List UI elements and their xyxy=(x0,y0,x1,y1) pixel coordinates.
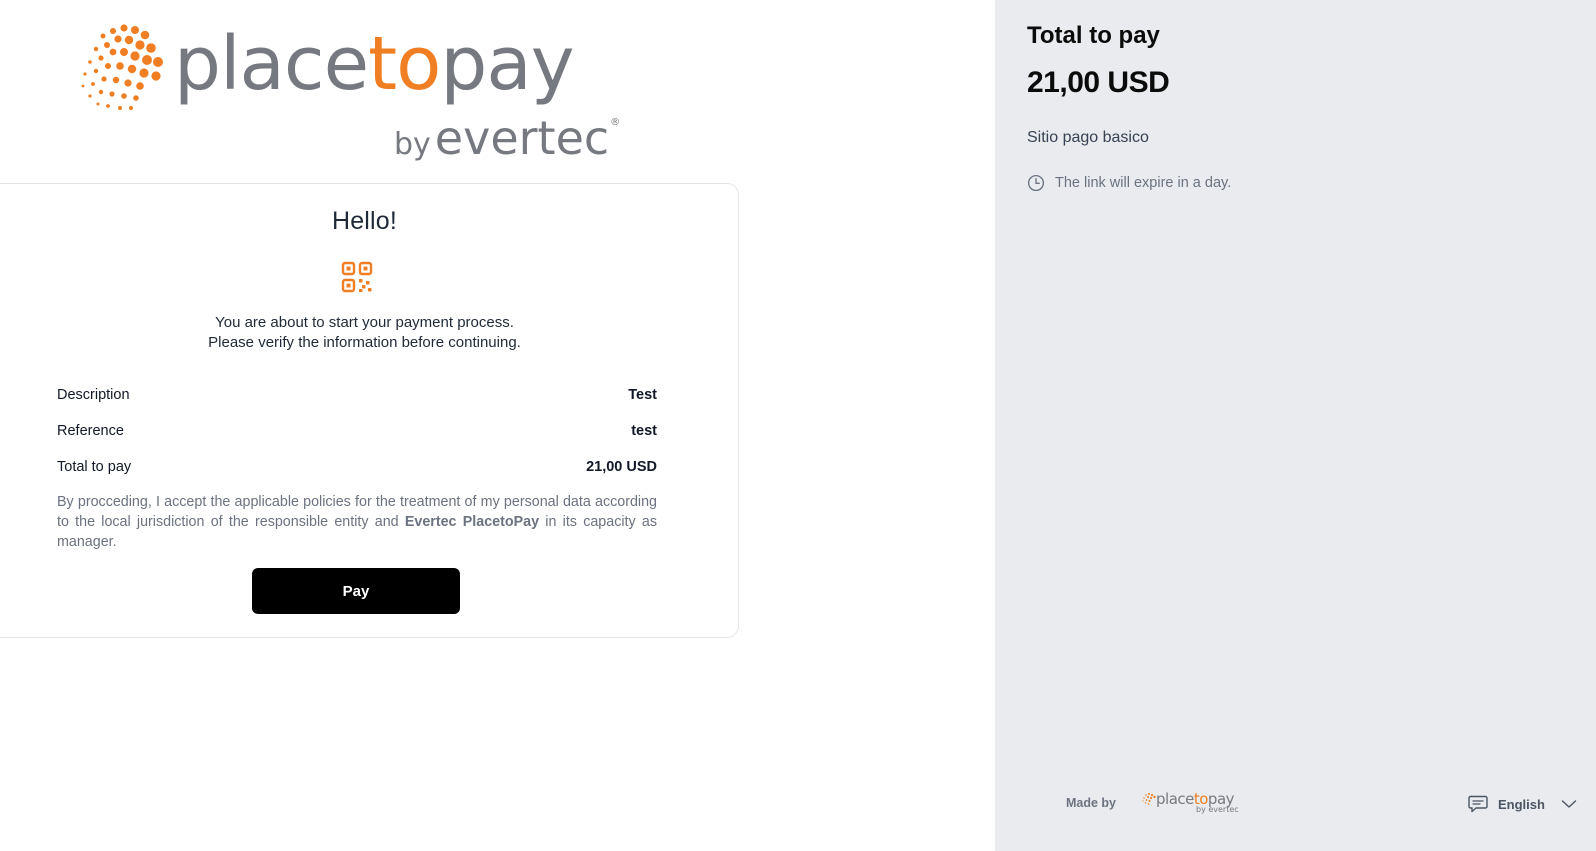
mini-logo-dots-icon xyxy=(1142,793,1156,805)
language-label: English xyxy=(1498,796,1545,812)
payment-card: Hello! You are about to start your payme… xyxy=(0,183,739,638)
row-label: Description xyxy=(57,387,130,403)
main-content: placetopay byevertec® Hello! You are abo… xyxy=(0,0,995,851)
greeting-title: Hello! xyxy=(331,207,398,235)
policy-text: By procceding, I accept the applicable p… xyxy=(57,494,657,550)
intro-line-1: You are about to start your payment proc… xyxy=(215,314,514,331)
intro-line-2: Please verify the information before con… xyxy=(208,334,521,351)
detail-row-description: Description Test xyxy=(57,384,657,406)
chevron-down-icon xyxy=(1561,800,1577,808)
summary-amount: 21,00 USD xyxy=(1027,66,1170,99)
policy-entity: Evertec PlacetoPay xyxy=(404,514,540,530)
logo-by-evertec: byevertec® xyxy=(394,111,621,165)
row-label: Total to pay xyxy=(57,459,132,475)
detail-row-reference: Reference test xyxy=(57,420,657,442)
row-label: Reference xyxy=(57,423,124,439)
site-name: Sitio pago basico xyxy=(1027,129,1149,146)
qr-code-icon xyxy=(341,261,373,293)
logo-wordmark: placetopay xyxy=(174,21,575,107)
pay-button[interactable]: Pay xyxy=(252,568,460,614)
row-value: test xyxy=(631,423,657,439)
made-by-label: Made by xyxy=(1066,796,1117,810)
expiration-text: The link will expire in a day. xyxy=(1055,175,1232,191)
intro-text: You are about to start your payment proc… xyxy=(0,313,738,353)
summary-panel: Total to pay 21,00 USD Sitio pago basico… xyxy=(995,0,1596,851)
placetopay-logo: placetopay byevertec® xyxy=(80,21,640,165)
chat-icon xyxy=(1468,795,1488,813)
summary-title: Total to pay xyxy=(1027,22,1160,49)
logo-dots-icon xyxy=(81,24,163,110)
row-value: 21,00 USD xyxy=(586,459,657,475)
footer-placetopay-logo: placetopay by evertec xyxy=(1141,791,1241,817)
row-value: Test xyxy=(628,387,657,403)
expiration-notice: The link will expire in a day. xyxy=(1027,174,1231,192)
detail-row-total: Total to pay 21,00 USD xyxy=(57,456,657,478)
mini-logo-by: by evertec xyxy=(1196,805,1239,814)
clock-icon xyxy=(1027,174,1045,192)
language-selector[interactable]: English xyxy=(1468,795,1577,813)
